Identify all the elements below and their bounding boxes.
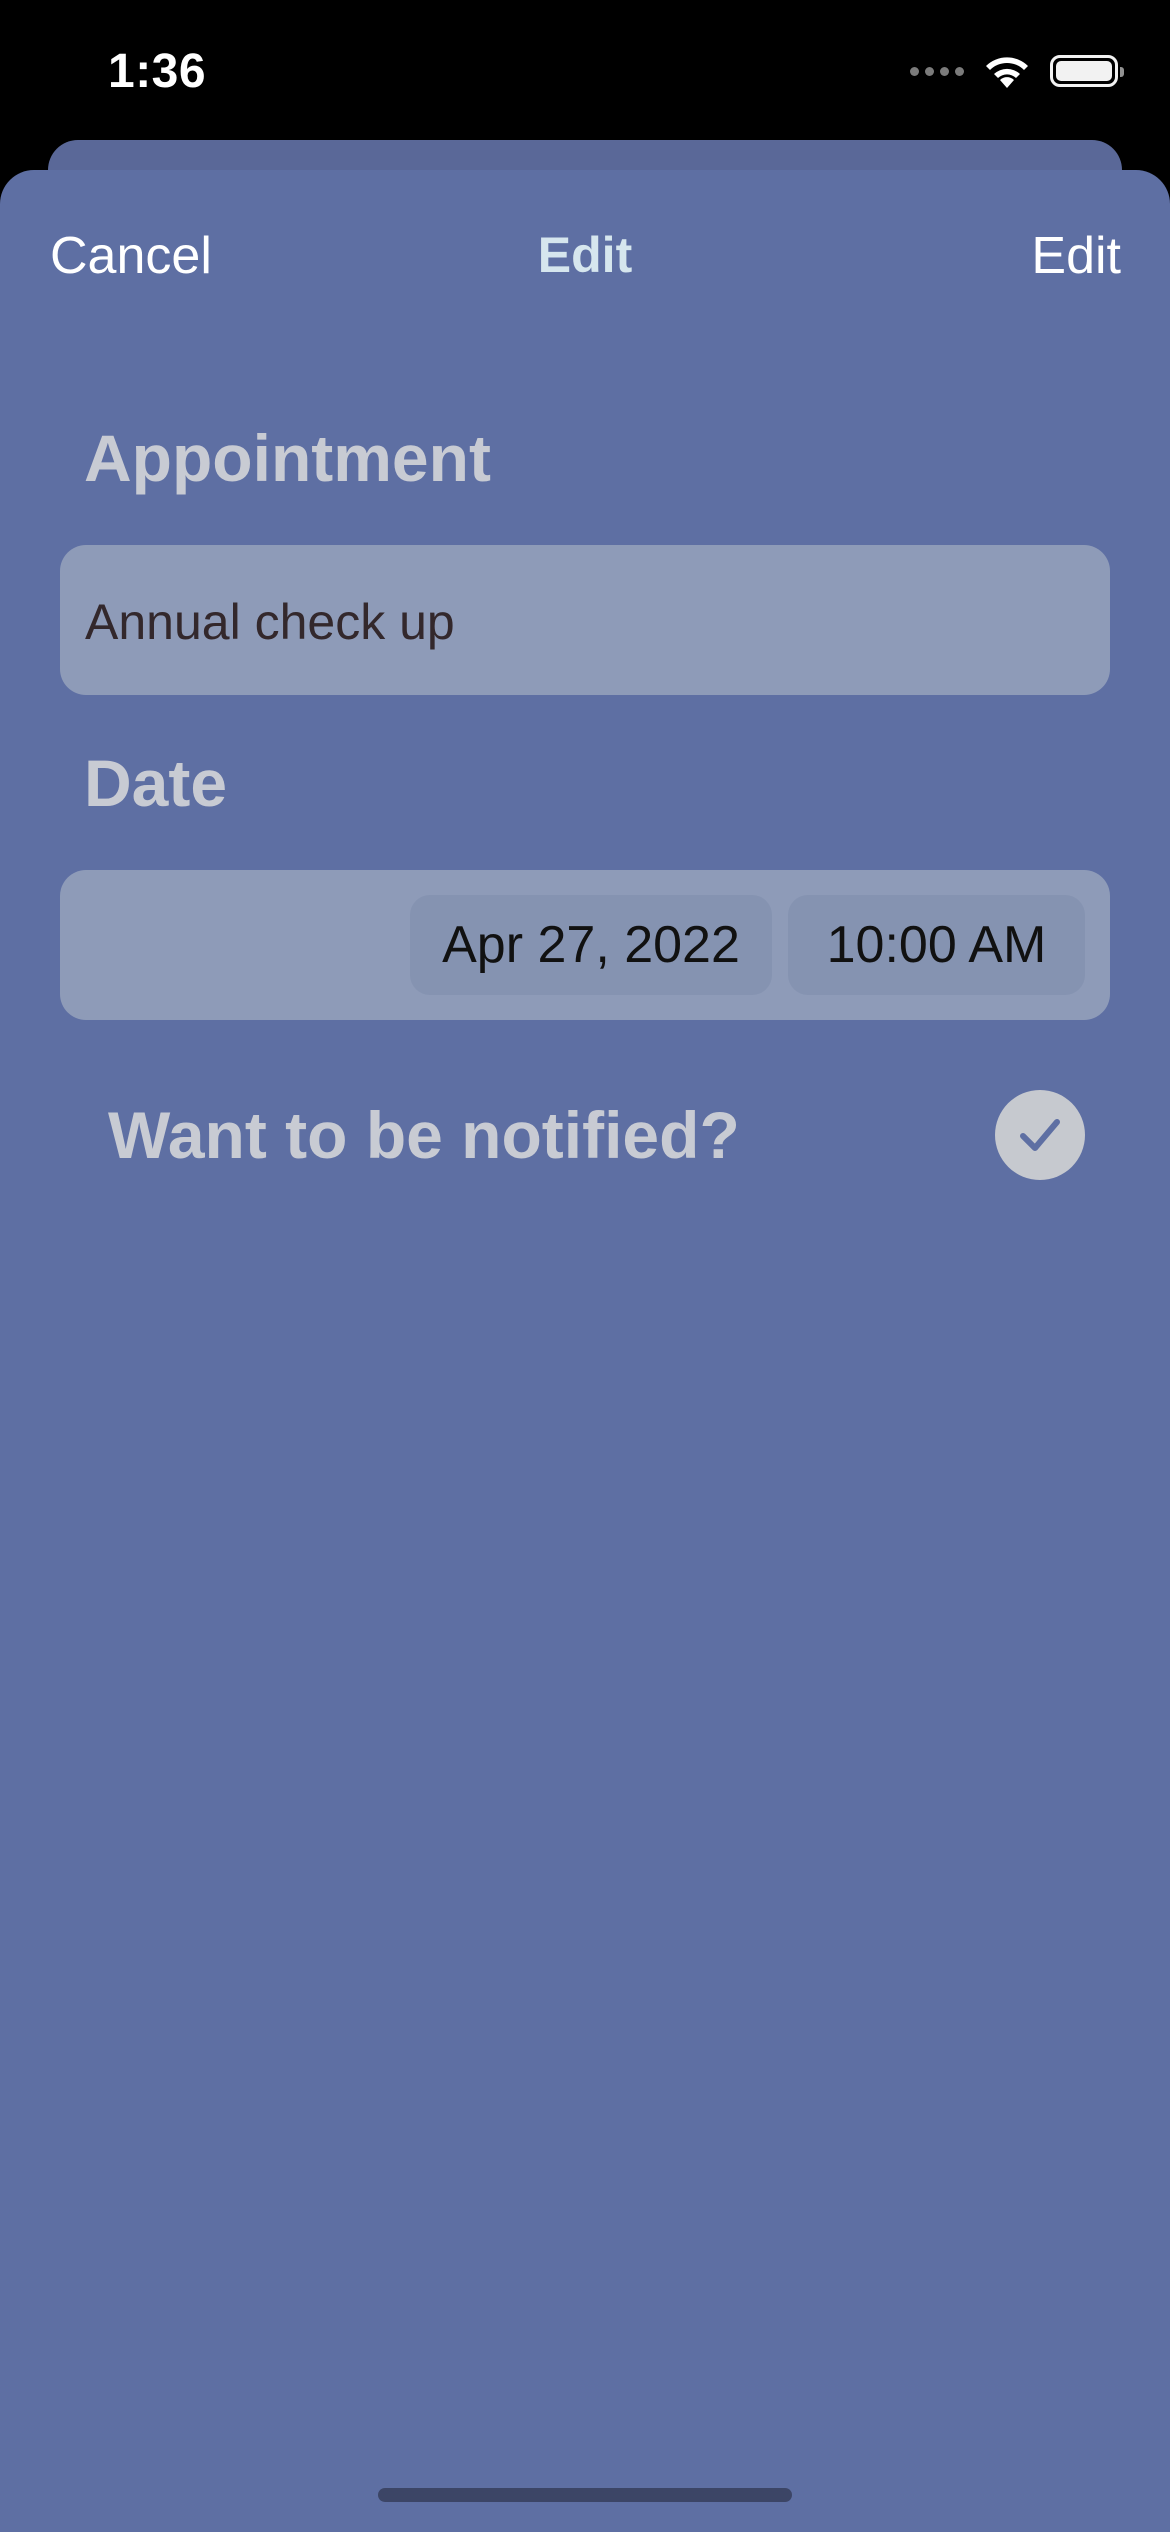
app-screen: 1:36 Cancel Edit Edit Appointment Annual…: [0, 0, 1170, 2532]
date-field: Apr 27, 2022 10:00 AM: [60, 870, 1110, 1020]
appointment-section-label: Appointment: [84, 421, 491, 495]
nav-title: Edit: [537, 227, 633, 283]
date-section-label: Date: [84, 746, 228, 820]
battery-fill: [1056, 61, 1112, 81]
appointment-value[interactable]: Annual check up: [85, 593, 455, 651]
time-picker-button[interactable]: 10:00 AM: [788, 895, 1085, 995]
date-picker-button[interactable]: Apr 27, 2022: [410, 895, 772, 995]
notify-toggle[interactable]: [995, 1090, 1085, 1180]
status-bar: 1:36: [0, 0, 1170, 140]
wifi-icon: [986, 57, 1028, 88]
edit-sheet: Cancel Edit Edit Appointment Annual chec…: [0, 170, 1170, 2532]
notify-row: Want to be notified?: [0, 1085, 1170, 1185]
edit-button[interactable]: Edit: [1031, 226, 1121, 286]
checkmark-icon: [1020, 1119, 1060, 1151]
notify-label: Want to be notified?: [108, 1098, 740, 1172]
appointment-field[interactable]: Annual check up: [60, 545, 1110, 695]
status-time: 1:36: [108, 45, 207, 98]
nav-bar: Cancel Edit Edit: [0, 170, 1170, 290]
status-icons: [910, 52, 1124, 90]
battery-icon: [1050, 55, 1124, 87]
battery-tip: [1120, 67, 1124, 77]
signal-dots-icon: [910, 66, 964, 76]
home-indicator[interactable]: [378, 2488, 792, 2502]
